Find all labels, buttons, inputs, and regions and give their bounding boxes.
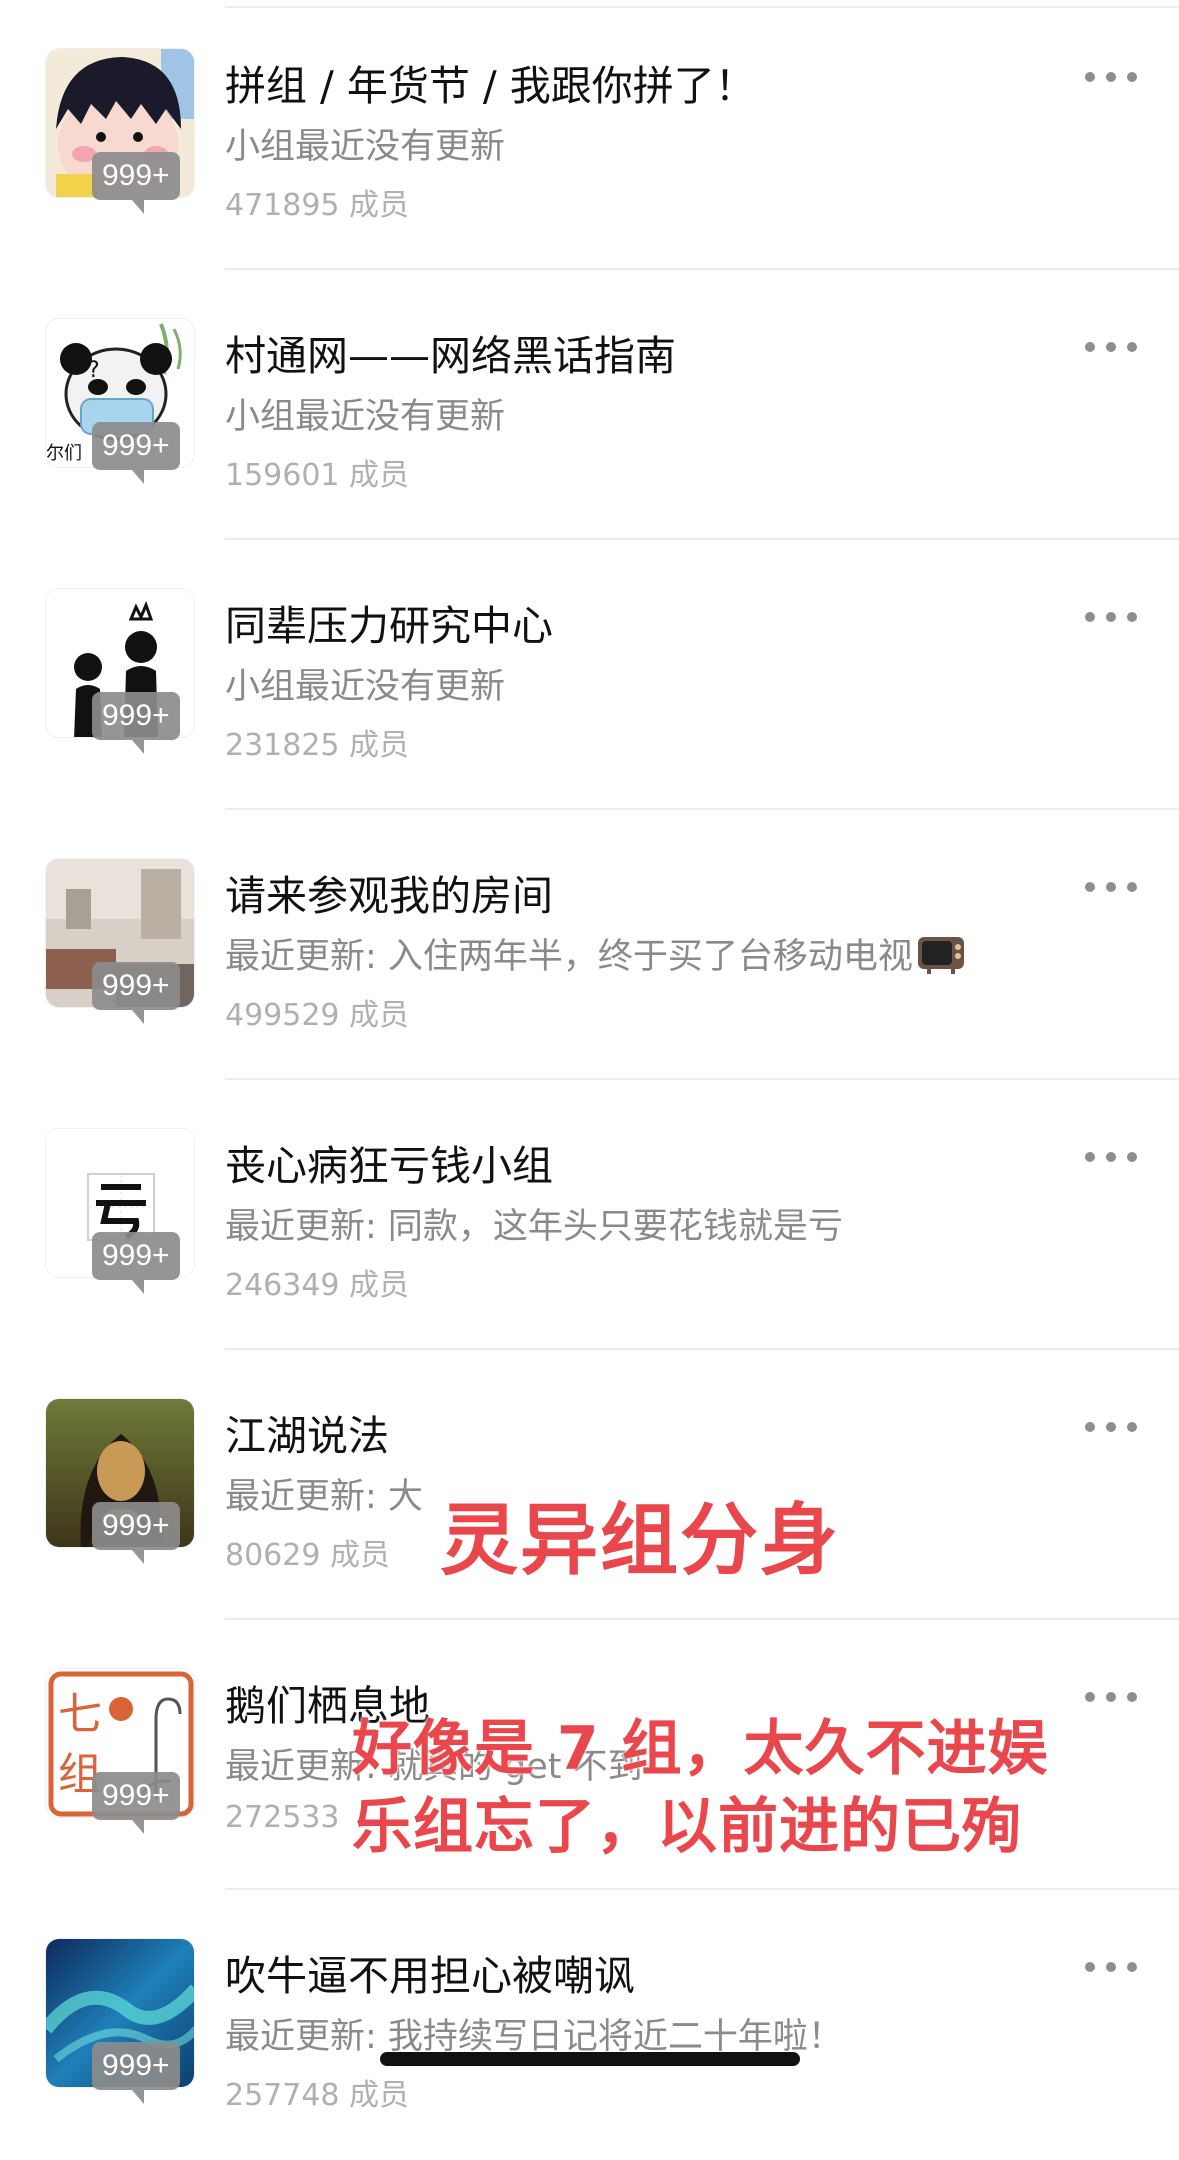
group-name[interactable]: 拼组 / 年货节 / 我跟你拼了！	[225, 52, 756, 112]
group-name[interactable]: 村通网——网络黑话指南	[225, 322, 676, 382]
unread-badge: 999+	[92, 1232, 180, 1294]
group-update: 最近更新: 入住两年半，终于买了台移动电视	[225, 928, 965, 979]
group-row[interactable]: 999+ 同辈压力研究中心 小组最近没有更新 231825 成员	[0, 540, 1179, 810]
more-options-icon[interactable]	[1085, 1146, 1137, 1168]
group-row[interactable]: ? 尔们 999+ 村通网——网络黑话指南 小组最近没有更新 159601 成员	[0, 270, 1179, 540]
more-options-icon[interactable]	[1085, 606, 1137, 628]
group-members: 231825 成员	[225, 728, 410, 763]
group-members: 246349 成员	[225, 1268, 410, 1303]
unread-badge: 999+	[92, 1502, 180, 1564]
group-row[interactable]: 999+ 请来参观我的房间 最近更新: 入住两年半，终于买了台移动电视 4995…	[0, 810, 1179, 1080]
more-options-icon[interactable]	[1085, 336, 1137, 358]
svg-text:七: 七	[58, 1689, 102, 1740]
unread-badge: 999+	[92, 422, 180, 484]
more-options-icon[interactable]	[1085, 1956, 1137, 1978]
overlay-annotation-title: 灵异组分身	[440, 1496, 841, 1586]
group-name[interactable]: 江湖说法	[225, 1402, 389, 1462]
group-members: 159601 成员	[225, 458, 410, 493]
group-name[interactable]: 同辈压力研究中心	[225, 592, 553, 652]
unread-badge: 999+	[92, 2042, 180, 2104]
group-update-text: 最近更新: 入住两年半，终于买了台移动电视	[225, 937, 913, 977]
overlay-annotation-line: 好像是 7 组，太久不进娱	[352, 1714, 1049, 1784]
overlay-annotation-line: 乐组忘了，以前进的已殉	[352, 1792, 1023, 1862]
unread-badge: 999+	[92, 962, 180, 1024]
unread-badge: 999+	[92, 152, 180, 214]
svg-text:尔们: 尔们	[46, 443, 82, 464]
unread-badge: 999+	[92, 1772, 180, 1834]
group-members: 471895 成员	[225, 188, 410, 223]
group-members: 257748 成员	[225, 2078, 410, 2113]
group-row[interactable]: 999+ 丧心病狂亏钱小组 最近更新: 同款，这年头只要花钱就是亏 246349…	[0, 1080, 1179, 1350]
group-row[interactable]: 999+ 拼组 / 年货节 / 我跟你拼了！ 小组最近没有更新 471895 成…	[0, 0, 1179, 270]
group-row[interactable]: 999+ 吹牛逼不用担心被嘲讽 最近更新: 我持续写日记将近二十年啦！ 2577…	[0, 1890, 1179, 2160]
group-update: 最近更新: 同款，这年头只要花钱就是亏	[225, 1207, 843, 1247]
group-members: 499529 成员	[225, 998, 410, 1033]
group-name[interactable]: 丧心病狂亏钱小组	[225, 1132, 553, 1192]
group-update: 小组最近没有更新	[225, 127, 506, 167]
more-options-icon[interactable]	[1085, 1686, 1137, 1708]
home-indicator[interactable]	[380, 2052, 800, 2066]
group-update: 小组最近没有更新	[225, 667, 506, 707]
unread-badge: 999+	[92, 692, 180, 754]
group-update: 小组最近没有更新	[225, 397, 506, 437]
group-name[interactable]: 吹牛逼不用担心被嘲讽	[225, 1942, 635, 2002]
more-options-icon[interactable]	[1085, 1416, 1137, 1438]
group-members: 272533	[225, 1800, 340, 1835]
more-options-icon[interactable]	[1085, 66, 1137, 88]
group-name[interactable]: 请来参观我的房间	[225, 862, 553, 922]
more-options-icon[interactable]	[1085, 876, 1137, 898]
group-update: 最近更新: 大	[225, 1477, 423, 1517]
tv-emoji-icon	[917, 937, 964, 974]
svg-text:?: ?	[88, 358, 100, 383]
group-members: 80629 成员	[225, 1538, 390, 1573]
